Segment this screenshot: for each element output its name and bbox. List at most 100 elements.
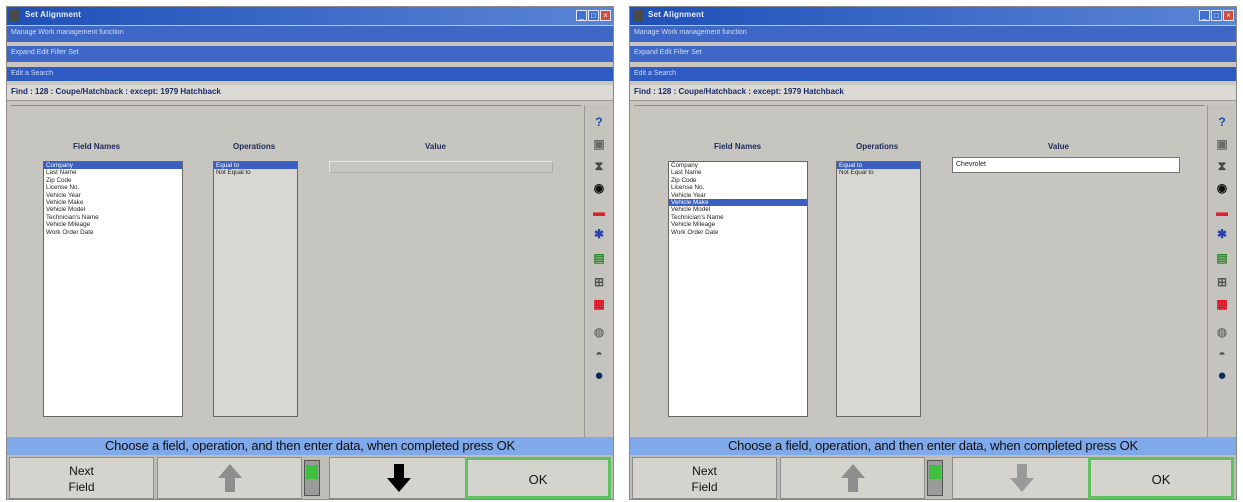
disc-icon[interactable]: ◍ — [1211, 323, 1233, 341]
up-arrow-button[interactable] — [780, 457, 925, 499]
field-names-list[interactable]: Company Last Name Zip Code License No. V… — [668, 161, 808, 417]
subtitle-2: Expand Edit Filter Set — [11, 49, 79, 56]
operation-item[interactable]: Equal to — [214, 162, 297, 170]
meter-fill — [306, 465, 318, 479]
status-message: Choose a field, operation, and then ente… — [7, 437, 613, 455]
tools-icon[interactable]: ▦ — [588, 295, 610, 313]
field-item[interactable]: Work Order Date — [44, 229, 182, 236]
maximize-button[interactable]: □ — [588, 10, 599, 21]
operation-item[interactable]: Not Equal to — [214, 169, 297, 176]
up-arrow-icon — [840, 464, 865, 492]
help-icon[interactable]: ? — [588, 113, 610, 131]
field-item[interactable]: Vehicle Mileage — [44, 221, 182, 228]
subtitle-bar-2: Expand Edit Filter Set — [7, 46, 613, 62]
graph-icon[interactable]: ▬ — [588, 203, 610, 221]
field-item[interactable]: Work Order Date — [669, 229, 807, 236]
window-right: Set Alignment _ □ × Manage Work manageme… — [629, 6, 1237, 500]
graph-icon[interactable]: ▬ — [1211, 203, 1233, 221]
content-area: Field Names Operations Value Company Las… — [11, 105, 581, 437]
value-label: Value — [425, 142, 446, 151]
subtitle-bar-3: Edit a Search — [630, 67, 1236, 81]
field-item[interactable]: Company — [669, 162, 807, 169]
tire-icon[interactable]: ◉ — [588, 179, 610, 197]
camera-icon[interactable]: ▣ — [588, 135, 610, 153]
bottom-bar: Next Field OK — [630, 455, 1236, 499]
field-item[interactable]: Zip Code — [669, 177, 807, 184]
help-icon[interactable]: ? — [1211, 113, 1233, 131]
operation-item[interactable]: Equal to — [837, 162, 920, 170]
close-button[interactable]: × — [1223, 10, 1234, 21]
field-names-label: Field Names — [714, 142, 762, 151]
field-item[interactable]: Vehicle Model — [44, 206, 182, 213]
operations-list[interactable]: Equal to Not Equal to — [836, 161, 921, 417]
subtitle-2: Expand Edit Filter Set — [634, 49, 702, 56]
meter-icon[interactable]: ▤ — [588, 249, 610, 267]
side-toolbar: ? ▣ ⧗ ◉ ▬ ✱ ▤ ⊞ ▦ ◍ ◓ ● — [1207, 105, 1235, 437]
next-field-label: Next Field — [68, 464, 95, 494]
subtitle-3: Edit a Search — [634, 70, 677, 77]
operations-label: Operations — [856, 142, 899, 151]
field-item[interactable]: Technician's Name — [44, 214, 182, 221]
cd-icon[interactable]: ◓ — [1211, 345, 1233, 363]
field-item[interactable]: License No. — [44, 184, 182, 191]
spring-icon[interactable]: ✱ — [1211, 225, 1233, 243]
content-area: Field Names Operations Value Company Las… — [634, 105, 1204, 437]
subtitle-bar-3: Edit a Search — [7, 67, 613, 81]
down-arrow-button[interactable] — [952, 457, 1092, 499]
up-arrow-button[interactable] — [157, 457, 302, 499]
title-bar[interactable]: Set Alignment _ □ × — [630, 7, 1236, 25]
down-arrow-icon — [387, 464, 411, 492]
field-item[interactable]: Last Name — [669, 169, 807, 176]
meter-icon[interactable]: ▤ — [1211, 249, 1233, 267]
field-item[interactable]: Company — [44, 162, 182, 170]
window-title: Set Alignment — [648, 10, 705, 19]
field-item[interactable]: Last Name — [44, 169, 182, 176]
tire-icon[interactable]: ◉ — [1211, 179, 1233, 197]
minimize-button[interactable]: _ — [576, 10, 587, 21]
next-field-button[interactable]: Next Field — [9, 457, 154, 499]
globe-icon[interactable]: ● — [588, 367, 610, 385]
title-bar[interactable]: Set Alignment _ □ × — [7, 7, 613, 25]
tools-icon[interactable]: ▦ — [1211, 295, 1233, 313]
globe-icon[interactable]: ● — [1211, 367, 1233, 385]
spring-icon[interactable]: ✱ — [588, 225, 610, 243]
lift-icon[interactable]: ⊞ — [588, 273, 610, 291]
field-item[interactable]: Zip Code — [44, 177, 182, 184]
subtitle-bar-1: Manage Work management function — [630, 26, 1236, 42]
search-heading: Find : 128 : Coupe/Hatchback : except: 1… — [630, 85, 1236, 101]
field-item[interactable]: Technician's Name — [669, 214, 807, 221]
camera-icon[interactable]: ▣ — [1211, 135, 1233, 153]
minimize-button[interactable]: _ — [1199, 10, 1210, 21]
maximize-button[interactable]: □ — [1211, 10, 1222, 21]
down-arrow-icon — [1010, 464, 1034, 492]
field-item[interactable]: Vehicle Mileage — [669, 221, 807, 228]
up-arrow-icon — [217, 464, 242, 492]
value-field[interactable] — [329, 161, 553, 173]
next-field-label: Next Field — [691, 464, 718, 494]
vehicle-icon[interactable]: ⧗ — [1211, 157, 1233, 175]
next-field-button[interactable]: Next Field — [632, 457, 777, 499]
down-arrow-button[interactable] — [329, 457, 469, 499]
ok-label: OK — [1151, 472, 1171, 487]
close-button[interactable]: × — [600, 10, 611, 21]
subtitle-3: Edit a Search — [11, 70, 54, 77]
field-item[interactable]: Vehicle Year — [44, 192, 182, 199]
cd-icon[interactable]: ◓ — [588, 345, 610, 363]
field-item[interactable]: Vehicle Make — [44, 199, 182, 206]
field-names-list[interactable]: Company Last Name Zip Code License No. V… — [43, 161, 183, 417]
value-input[interactable]: Chevrolet — [952, 157, 1180, 173]
window-left: Set Alignment _ □ × Manage Work manageme… — [6, 6, 614, 500]
operations-list[interactable]: Equal to Not Equal to — [213, 161, 298, 417]
operation-item[interactable]: Not Equal to — [837, 169, 920, 176]
field-item[interactable]: Vehicle Make — [669, 198, 807, 207]
disc-icon[interactable]: ◍ — [588, 323, 610, 341]
ok-button[interactable]: OK — [1088, 457, 1234, 499]
field-item[interactable]: Vehicle Model — [669, 206, 807, 213]
subtitle-1: Manage Work management function — [11, 29, 124, 36]
lift-icon[interactable]: ⊞ — [1211, 273, 1233, 291]
vehicle-icon[interactable]: ⧗ — [588, 157, 610, 175]
field-item[interactable]: License No. — [669, 184, 807, 191]
field-item[interactable]: Vehicle Year — [669, 192, 807, 199]
ok-button[interactable]: OK — [465, 457, 611, 499]
field-names-label: Field Names — [73, 142, 121, 151]
